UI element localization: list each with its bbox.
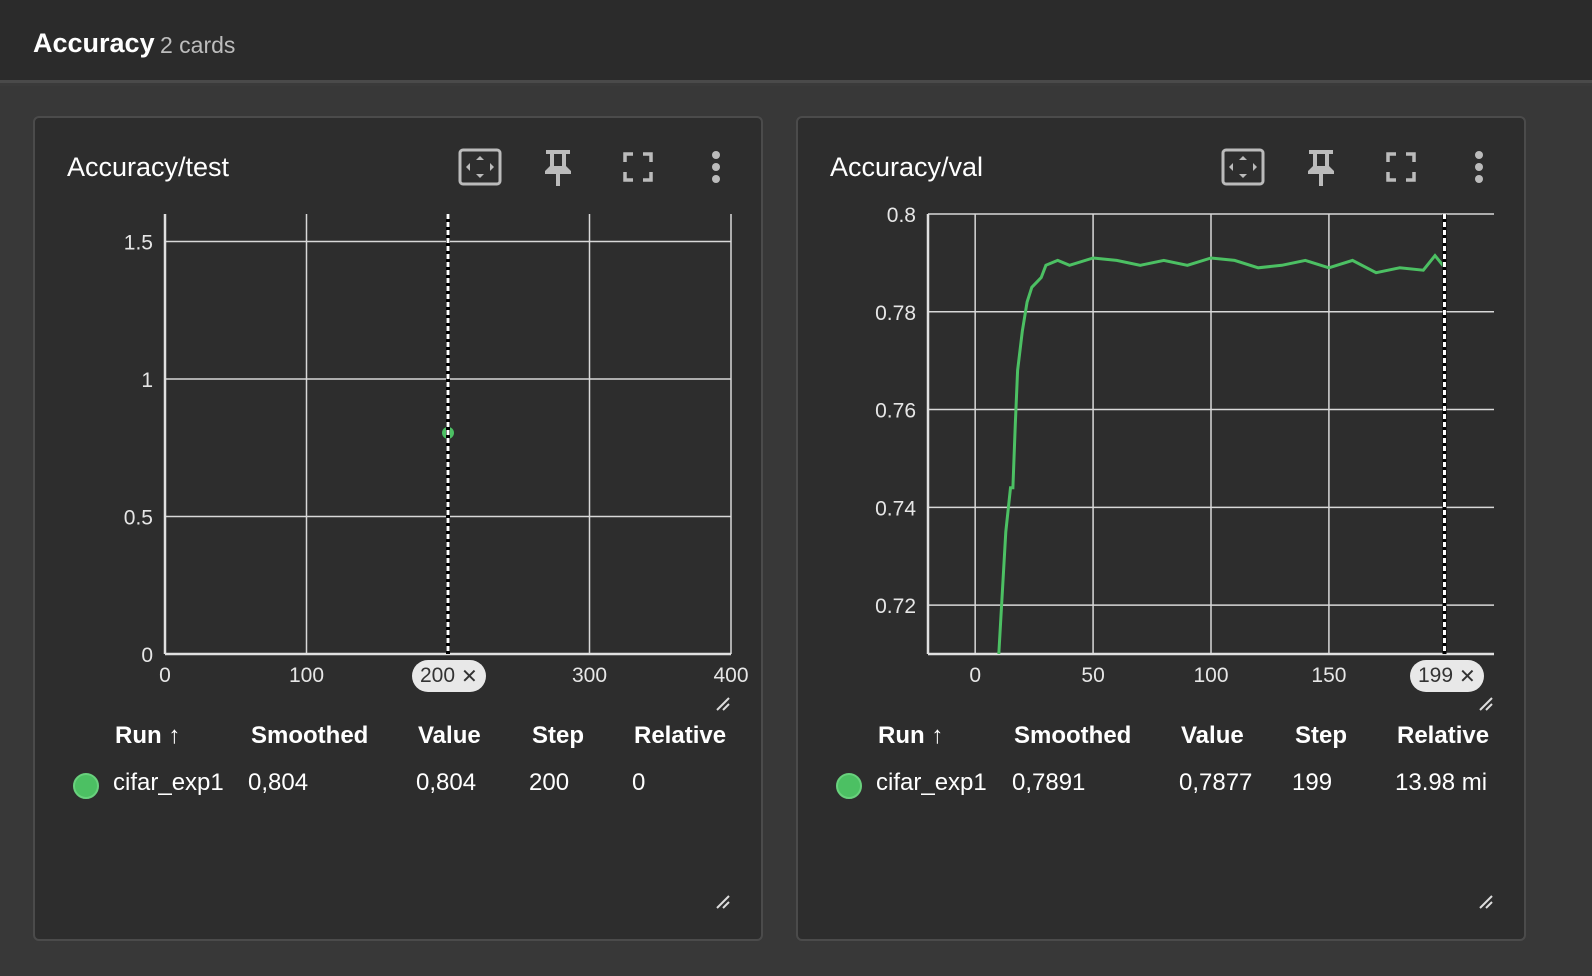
x-tick-label: 0	[969, 664, 981, 687]
card-count: 2 cards	[160, 32, 236, 58]
section-title: Accuracy	[33, 28, 155, 58]
col-header-smoothed[interactable]: Smoothed	[1014, 722, 1131, 750]
cursor-step-label: 199	[1418, 664, 1454, 687]
y-tick-label: 0	[141, 644, 153, 667]
raw-value: 0,804	[416, 769, 477, 796]
y-tick-label: 0.76	[875, 400, 916, 423]
resize-handle-icon[interactable]	[715, 894, 731, 910]
chart-accuracy-test[interactable]: 0 0.5 1 1.5 0 100 300 400	[35, 118, 761, 718]
x-tick-label: 50	[1081, 664, 1104, 687]
y-tick-label: 1.5	[124, 232, 153, 255]
run-name: cifar_exp1	[113, 769, 224, 796]
step-value: 200	[529, 769, 570, 796]
x-tick-label: 300	[572, 664, 607, 687]
step-cursor-pill[interactable]: 200 ✕	[412, 660, 486, 692]
resize-handle-icon[interactable]	[1478, 696, 1494, 712]
x-tick-label: 100	[289, 664, 324, 687]
series-group	[997, 253, 1446, 654]
col-header-smoothed[interactable]: Smoothed	[251, 722, 368, 750]
resize-handle-icon[interactable]	[1478, 894, 1494, 910]
col-header-run[interactable]: Run ↑	[115, 722, 180, 750]
relative-value: 13.98 mi	[1395, 769, 1488, 796]
smoothed-value: 0,7891	[1012, 769, 1086, 796]
y-tick-label: 1	[141, 369, 153, 392]
close-icon[interactable]: ✕	[1459, 664, 1476, 689]
col-header-step[interactable]: Step	[1295, 722, 1347, 750]
col-header-run[interactable]: Run ↑	[878, 722, 943, 750]
run-color-dot	[73, 773, 99, 799]
y-tick-label: 0.78	[875, 302, 916, 325]
col-header-value[interactable]: Value	[1181, 722, 1244, 750]
col-header-step[interactable]: Step	[532, 722, 584, 750]
close-icon[interactable]: ✕	[461, 664, 478, 689]
col-header-value[interactable]: Value	[418, 722, 481, 750]
card-accuracy-test: Accuracy/test 0 0.5 1 1.5 0 100 300 400 200 ✕ R…	[33, 116, 763, 941]
cursor-step-label: 200	[420, 664, 456, 687]
x-tick-label: 0	[159, 664, 171, 687]
resize-handle-icon[interactable]	[715, 696, 731, 712]
series-line-cifar_exp1	[997, 253, 1446, 654]
smoothed-value: 0,804	[248, 769, 309, 796]
run-name: cifar_exp1	[876, 769, 987, 796]
card-accuracy-val: Accuracy/val 0.72 0.74 0.76 0.78 0.8 0 50 100 15…	[796, 116, 1526, 941]
relative-value: 0	[632, 769, 646, 796]
chart-accuracy-val[interactable]: 0.72 0.74 0.76 0.78 0.8 0 50 100 150	[798, 118, 1524, 718]
step-cursor-pill[interactable]: 199 ✕	[1410, 660, 1484, 692]
x-tick-label: 150	[1311, 664, 1346, 687]
raw-value: 0,7877	[1179, 769, 1253, 796]
section-header: Accuracy 2 cards	[0, 0, 1592, 83]
col-header-relative[interactable]: Relative	[1397, 722, 1489, 750]
y-tick-label: 0.74	[875, 497, 916, 520]
step-value: 199	[1292, 769, 1333, 796]
y-tick-label: 0.5	[124, 507, 153, 530]
y-tick-label: 0.72	[875, 595, 916, 618]
y-tick-label: 0.8	[887, 204, 916, 227]
run-color-dot	[836, 773, 862, 799]
x-tick-label: 100	[1193, 664, 1228, 687]
col-header-relative[interactable]: Relative	[634, 722, 726, 750]
x-tick-label: 400	[713, 664, 748, 687]
